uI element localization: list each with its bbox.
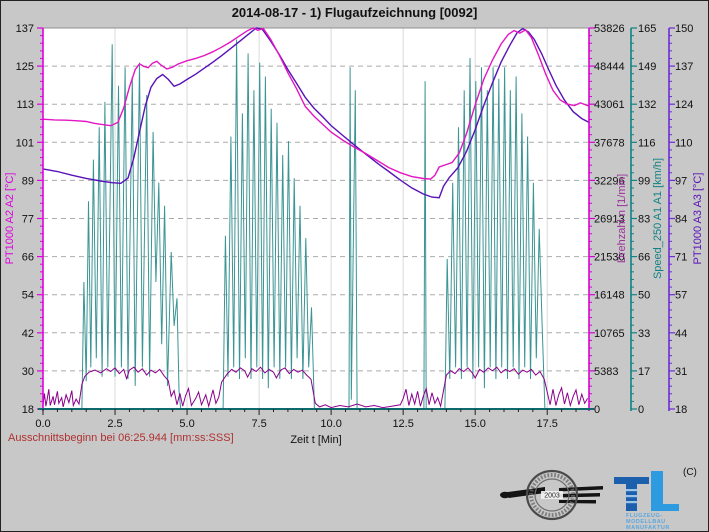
svg-text:10765: 10765 (594, 328, 625, 340)
svg-text:10.0: 10.0 (320, 418, 341, 430)
tl-t-bar (614, 477, 649, 484)
svg-text:17.5: 17.5 (537, 418, 558, 430)
flight-log-window: 2014-08-17 - 1) Flugaufzeichnung [0092] … (0, 0, 709, 532)
svg-text:84: 84 (675, 214, 687, 226)
svg-text:165: 165 (638, 23, 656, 35)
svg-text:7.5: 7.5 (251, 418, 266, 430)
svg-text:99: 99 (638, 175, 650, 187)
svg-text:101: 101 (16, 137, 34, 149)
svg-text:125: 125 (16, 61, 34, 73)
svg-text:89: 89 (22, 175, 34, 187)
chart-svg[interactable]: 18 30 42 54 66 77 89 101 113 125 137 PT1000 A2 A2 [… (1, 1, 709, 461)
svg-text:43061: 43061 (594, 99, 625, 111)
svg-text:48444: 48444 (594, 61, 625, 73)
svg-text:PT1000 A2 A2 [°C]: PT1000 A2 A2 [°C] (4, 173, 16, 265)
axis-A3: 18 31 44 57 71 84 97 110 124 137 150 PT1000 A3 A3 [… (669, 23, 704, 416)
svg-text:5.0: 5.0 (179, 418, 194, 430)
svg-text:66: 66 (22, 252, 34, 264)
svg-text:0: 0 (594, 404, 600, 416)
svg-text:53826: 53826 (594, 23, 625, 35)
x-axis-label: Zeit t [Min] (290, 434, 341, 446)
svg-text:0: 0 (638, 404, 644, 416)
copyright-mark: (C) (683, 467, 697, 478)
exclusiv-modell-stamp-logo: 2003 (499, 467, 605, 525)
svg-text:132: 132 (638, 99, 656, 111)
svg-text:37678: 37678 (594, 137, 625, 149)
svg-text:150: 150 (675, 23, 693, 35)
svg-text:31: 31 (675, 366, 687, 378)
excerpt-start-note: Ausschnittsbeginn bei 06:25.944 [mm:ss:S… (8, 432, 234, 444)
svg-text:2.5: 2.5 (107, 418, 122, 430)
axis-n: 0538310765161482153026913322963767843061… (589, 23, 628, 416)
svg-text:77: 77 (22, 214, 34, 226)
svg-text:50: 50 (638, 290, 650, 302)
svg-text:137: 137 (675, 61, 693, 73)
svg-text:12.5: 12.5 (392, 418, 413, 430)
tl-manufaktur-logo: (C) FLUGZEUG- MODELLBAU MANUFAKTUR (611, 463, 705, 529)
svg-text:83: 83 (638, 214, 650, 226)
tl-l-foot (651, 504, 679, 511)
svg-text:71: 71 (675, 252, 687, 264)
svg-text:116: 116 (638, 137, 656, 149)
svg-text:16148: 16148 (594, 290, 625, 302)
svg-text:44: 44 (675, 328, 687, 340)
svg-text:54: 54 (22, 290, 34, 302)
svg-text:97: 97 (675, 175, 687, 187)
svg-text:42: 42 (22, 328, 34, 340)
axis-speed: 0 17 33 50 66 83 99 116 132 149 165 Speed_250 A1 A1… (631, 23, 664, 416)
svg-text:30: 30 (22, 366, 34, 378)
svg-text:15.0: 15.0 (464, 418, 485, 430)
svg-text:110: 110 (675, 137, 693, 149)
svg-text:149: 149 (638, 61, 656, 73)
stamp-year: 2003 (544, 493, 560, 500)
footer-logos: 2003 (C) FLUGZEUG- MODELLBAU MANUFAKTUR (499, 463, 705, 529)
svg-text:0.0: 0.0 (35, 418, 50, 430)
svg-text:57: 57 (675, 290, 687, 302)
svg-text:113: 113 (16, 99, 34, 111)
svg-text:18: 18 (675, 404, 687, 416)
axis-A2: 18 30 42 54 66 77 89 101 113 125 137 PT1000 A2 A2 [… (4, 23, 43, 416)
svg-text:17: 17 (638, 366, 650, 378)
svg-text:18: 18 (22, 404, 34, 416)
svg-text:33: 33 (638, 328, 650, 340)
svg-text:PT1000 A3 A3 [°C]: PT1000 A3 A3 [°C] (692, 173, 704, 265)
tl-t-stem (626, 484, 637, 511)
svg-text:137: 137 (16, 23, 34, 35)
svg-text:Drehzahl n [1/min]: Drehzahl n [1/min] (616, 174, 628, 263)
svg-text:5383: 5383 (594, 366, 618, 378)
svg-text:Speed_250 A1 A1 [km/h]: Speed_250 A1 A1 [km/h] (652, 158, 664, 279)
svg-text:66: 66 (638, 252, 650, 264)
tl-text-line3: MANUFAKTUR (626, 525, 670, 529)
svg-text:124: 124 (675, 99, 693, 111)
